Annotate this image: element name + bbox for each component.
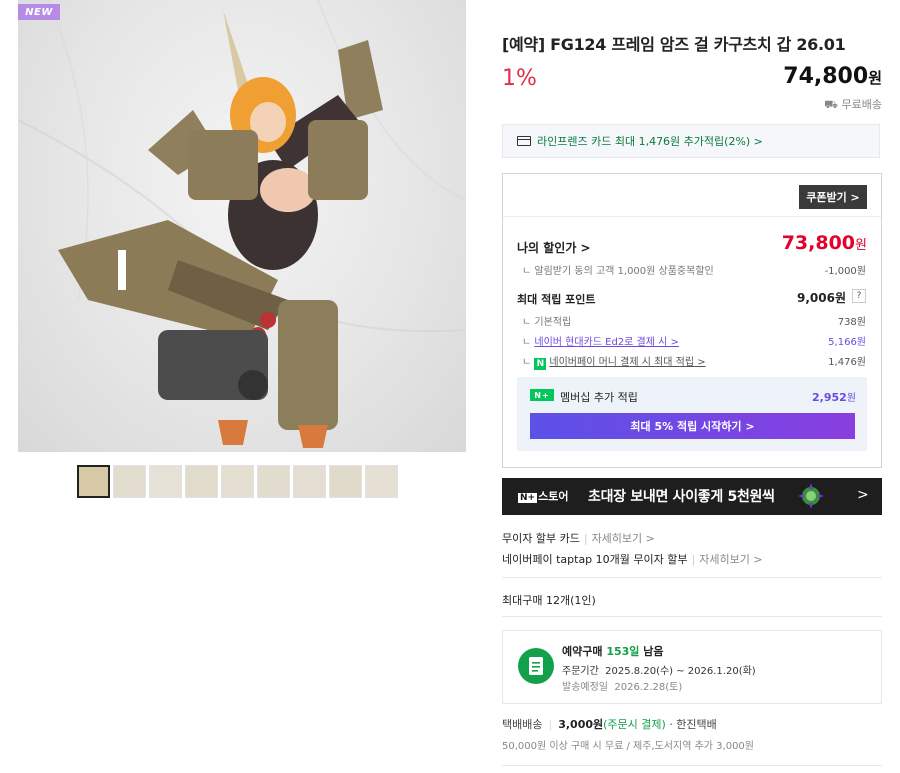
- my-price: 73,800원: [740, 232, 867, 254]
- installment-text: 네이버페이 taptap 10개월 무이자 할부: [502, 553, 688, 566]
- naver-plus-icon: N+: [530, 389, 554, 401]
- separator: |: [691, 553, 696, 566]
- shipping-sub: 50,000원 이상 구매 시 무료 / 제주,도서지역 추가 3,000원: [502, 741, 754, 752]
- preorder-period: 주문기간 2025.8.20(수) ~ 2026.1.20(화): [562, 662, 756, 677]
- my-price-sub-text: 알림받기 동의 고객 1,000원 상품중복할인: [534, 266, 714, 277]
- shipping-note: (주문시 결제): [603, 718, 666, 731]
- thumbnail[interactable]: [149, 465, 182, 498]
- my-price-value: 73,800: [781, 232, 856, 254]
- membership-start-button[interactable]: 최대 5% 적립 시작하기 >: [530, 413, 855, 439]
- points-item-card[interactable]: ㄴ 네이버 현대카드 Ed2로 결제 시 >: [522, 333, 679, 348]
- divider: [502, 765, 882, 766]
- shipping-carrier: · 한진택배: [669, 718, 717, 731]
- new-badge: NEW: [18, 4, 60, 20]
- preorder-ship-value: 2026.2.28(토): [614, 682, 683, 693]
- preorder-days: 153일: [606, 645, 640, 658]
- coupon-button[interactable]: 쿠폰받기 >: [799, 185, 867, 209]
- points-item-npay[interactable]: ㄴ N 네이버페이 머니 결제 시 최대 적립 >: [522, 353, 706, 370]
- price-value: 74,800: [783, 64, 869, 89]
- help-button[interactable]: ?: [852, 289, 866, 303]
- thumbnail[interactable]: [365, 465, 398, 498]
- preorder-ship-date: 발송예정일 2026.2.28(토): [562, 678, 682, 693]
- membership-label: 멤버십 추가 적립: [560, 391, 638, 404]
- points-label: 최대 적립 포인트: [517, 293, 596, 306]
- preorder-period-label: 주문기간: [562, 666, 599, 677]
- divider: [503, 216, 881, 217]
- points-item-value: 1,476원: [828, 357, 866, 368]
- mascot-icon: [798, 483, 824, 509]
- my-price-sub-label: ㄴ 알림받기 동의 고객 1,000원 상품중복할인: [522, 266, 714, 277]
- installment-row: 네이버페이 taptap 10개월 무이자 할부 | 자세히보기 >: [502, 551, 763, 567]
- card-benefit-link[interactable]: 라인프렌즈 카드 최대 1,476원 추가적립(2%) >: [502, 124, 880, 158]
- points-item-basic: ㄴ 기본적립: [522, 317, 572, 328]
- installment-row: 무이자 할부 카드 | 자세히보기 >: [502, 530, 655, 546]
- max-purchase: 최대구매 12개(1인): [502, 594, 596, 607]
- my-price-unit: 원: [855, 238, 867, 253]
- divider: [502, 616, 882, 617]
- delivery-info: ⛟ 무료배송: [780, 96, 882, 113]
- points-item-link[interactable]: 네이버페이 머니 결제 시 최대 적립 >: [549, 357, 705, 368]
- shipping-fee: 3,000원: [558, 718, 604, 731]
- thumbnail-strip: [77, 465, 398, 498]
- store-logo: N+ 스토어: [518, 488, 568, 504]
- details-link[interactable]: 자세히보기 >: [592, 532, 655, 545]
- product-price: 74,800원: [690, 64, 882, 89]
- shipping-type: 택배배송: [502, 718, 543, 731]
- delivery-label: 무료배송: [841, 98, 882, 111]
- points-item-link[interactable]: 네이버 현대카드 Ed2로 결제 시 >: [534, 337, 679, 348]
- thumbnail[interactable]: [257, 465, 290, 498]
- npay-icon: N: [534, 358, 547, 370]
- my-price-link[interactable]: 나의 할인가 >: [517, 239, 591, 256]
- points-item-label: 기본적립: [534, 317, 572, 328]
- truck-icon: ⛟: [824, 98, 842, 111]
- my-price-sub-value: -1,000원: [824, 266, 866, 277]
- preorder-title-suffix: 남음: [643, 645, 664, 658]
- credit-card-icon: [517, 136, 531, 146]
- store-logo-mark: N+: [518, 493, 538, 503]
- separator: |: [583, 532, 588, 545]
- product-title: [예약] FG124 프레임 암즈 걸 카구츠치 갑 26.01: [502, 35, 846, 54]
- details-link[interactable]: 자세히보기 >: [699, 553, 762, 566]
- shipping-info: 택배배송 | 3,000원(주문시 결제) · 한진택배: [502, 716, 717, 732]
- chevron-right-icon: >: [857, 487, 869, 503]
- banner-text: 초대장 보내면 사이좋게 5천원씩: [588, 489, 775, 505]
- thumbnail[interactable]: [329, 465, 362, 498]
- price-unit: 원: [868, 69, 882, 87]
- divider: [502, 577, 882, 578]
- separator: |: [548, 718, 553, 731]
- product-main-image[interactable]: [18, 0, 466, 452]
- card-benefit-text: 라인프렌즈 카드 최대 1,476원 추가적립(2%) >: [537, 135, 763, 148]
- product-figure-illustration: [18, 0, 466, 448]
- calendar-icon: [518, 648, 554, 684]
- preorder-period-value: 2025.8.20(수) ~ 2026.1.20(화): [605, 666, 756, 677]
- installment-text: 무이자 할부 카드: [502, 532, 580, 545]
- membership-value-number: 2,952: [812, 391, 847, 404]
- thumbnail[interactable]: [185, 465, 218, 498]
- thumbnail[interactable]: [221, 465, 254, 498]
- preorder-title-label: 예약구매: [562, 645, 603, 658]
- thumbnail[interactable]: [293, 465, 326, 498]
- membership-value: 2,952원: [780, 389, 856, 404]
- thumbnail[interactable]: [77, 465, 110, 498]
- preorder-ship-label: 발송예정일: [562, 682, 608, 693]
- points-value: 9,006원: [797, 291, 846, 305]
- points-item-value: 5,166원: [828, 337, 866, 348]
- thumbnail[interactable]: [113, 465, 146, 498]
- preorder-title: 예약구매 153일 남음: [562, 643, 664, 659]
- points-item-value: 738원: [837, 317, 866, 328]
- membership-value-unit: 원: [846, 393, 856, 404]
- store-logo-text: 스토어: [538, 490, 569, 503]
